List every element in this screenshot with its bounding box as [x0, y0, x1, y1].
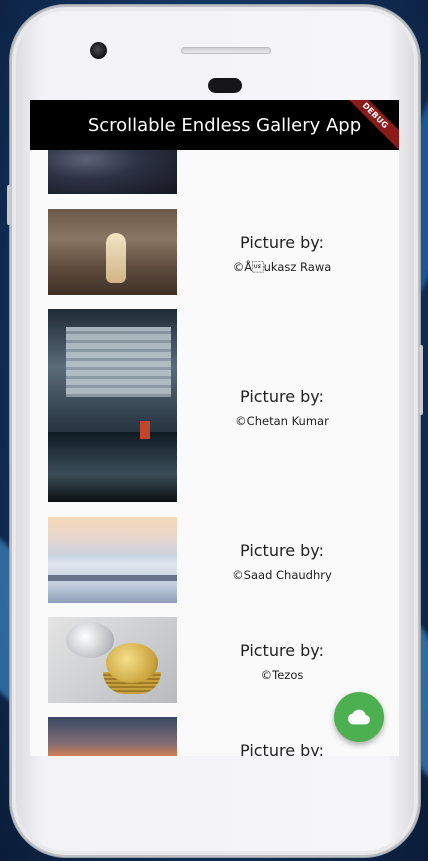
gallery-item[interactable]: Picture by: ©Å ukasz Rawa: [30, 209, 399, 295]
gallery-item[interactable]: Picture by: ©Tezos: [30, 617, 399, 703]
app-title: Scrollable Endless Gallery App: [87, 114, 362, 136]
gallery-image: [48, 150, 177, 194]
picture-by-label: Picture by:: [240, 233, 324, 252]
gold-coin: [106, 643, 158, 683]
gallery-image: [48, 717, 177, 756]
gallery-caption: Picture by:: [195, 741, 369, 756]
gallery-image: [48, 517, 177, 603]
cloud-icon: [348, 709, 370, 725]
gallery-image: [48, 209, 177, 295]
earpiece: [208, 78, 242, 93]
power-button: [419, 345, 423, 415]
front-camera: [90, 42, 107, 59]
gallery-item[interactable]: Picture by: ©Chetan Kumar: [30, 309, 399, 502]
photographer-credit: ©Å ukasz Rawa: [232, 260, 332, 274]
volume-button: [7, 185, 11, 225]
gallery-list[interactable]: Picture by: ©Å ukasz Rawa Picture by: ©C…: [30, 150, 399, 756]
dog-figure: [106, 233, 126, 283]
gallery-item[interactable]: [30, 150, 399, 194]
gallery-image: [48, 309, 177, 502]
cloud-fab-button[interactable]: [334, 692, 384, 742]
picture-by-label: Picture by:: [240, 741, 324, 756]
picture-by-label: Picture by:: [240, 387, 324, 406]
gallery-item[interactable]: Picture by: ©Saad Chaudhry: [30, 517, 399, 603]
reflection-pool: [48, 432, 177, 502]
picture-by-label: Picture by:: [240, 641, 324, 660]
speaker-grille: [181, 47, 271, 54]
gallery-image: [48, 617, 177, 703]
photographer-credit: ©Saad Chaudhry: [232, 568, 332, 582]
photographer-credit: ©Tezos: [260, 668, 304, 682]
picture-by-label: Picture by:: [240, 541, 324, 560]
silver-coin: [66, 622, 114, 658]
app-screen: Scrollable Endless Gallery App DEBUG Pic…: [30, 100, 399, 756]
gallery-caption: Picture by: ©Chetan Kumar: [195, 387, 369, 428]
gallery-caption: Picture by: ©Saad Chaudhry: [195, 541, 369, 582]
photographer-credit: ©Chetan Kumar: [235, 414, 329, 428]
app-bar: Scrollable Endless Gallery App: [30, 100, 399, 150]
building-facade: [66, 327, 171, 397]
gallery-caption: Picture by: ©Å ukasz Rawa: [195, 233, 369, 274]
light-accent: [140, 421, 150, 439]
gallery-caption: Picture by: ©Tezos: [195, 641, 369, 682]
tree-line: [48, 575, 177, 581]
